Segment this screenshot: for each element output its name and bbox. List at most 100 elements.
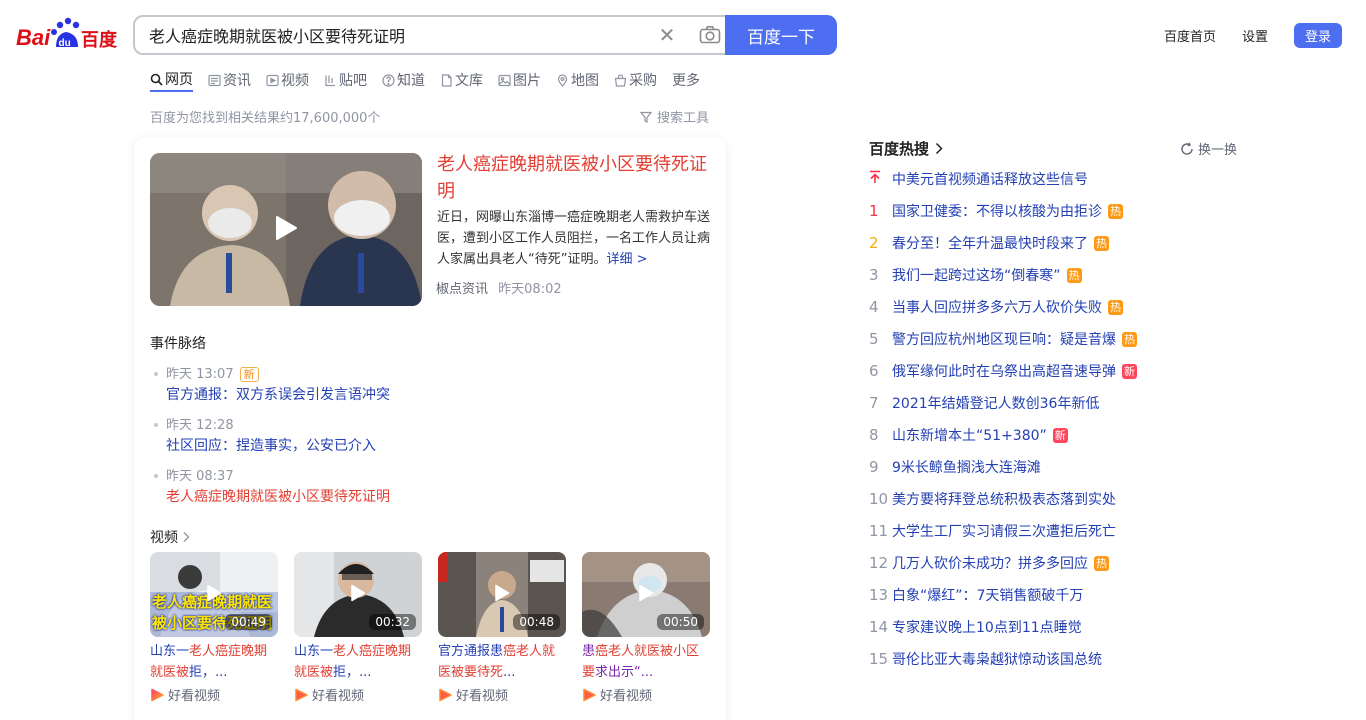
hot-search-item[interactable]: 2 春分至！全年升温最快时段来了热	[869, 233, 1109, 253]
hot-rank: 13	[869, 586, 889, 604]
tab-image[interactable]: 图片	[498, 68, 541, 92]
search-button[interactable]: 百度一下	[725, 15, 837, 55]
tab-web[interactable]: 网页	[150, 68, 193, 92]
shop-icon	[614, 73, 627, 87]
login-button[interactable]: 登录	[1293, 23, 1342, 48]
tab-map[interactable]: 地图	[556, 68, 599, 92]
filter-icon	[640, 111, 652, 123]
hot-search-text: 中美元首视频通话释放这些信号	[892, 172, 1088, 188]
tab-video[interactable]: 视频	[266, 68, 309, 92]
video-thumbnail[interactable]: 00:32	[294, 552, 422, 637]
baidu-logo[interactable]: Bai du 百度	[16, 17, 118, 51]
hot-search-item[interactable]: 9 9米长鲸鱼搁浅大连海滩	[869, 457, 1041, 477]
tab-label: 网页	[165, 72, 193, 88]
new-tag: 新	[1122, 363, 1137, 379]
video-section-title[interactable]: 视频	[150, 527, 190, 547]
hot-search-text: 国家卫健委：不得以核酸为由拒诊	[892, 204, 1102, 220]
baidu-home-link[interactable]: 百度首页	[1164, 26, 1216, 45]
news-detail-link[interactable]: 详细 >	[606, 252, 647, 267]
hot-search-label: 百度热搜	[869, 140, 930, 158]
search-input[interactable]	[135, 25, 647, 45]
video-source: 好看视频	[294, 685, 364, 704]
hot-rank: 3	[869, 266, 879, 284]
haokan-icon	[150, 688, 164, 702]
hot-search-item[interactable]: 15 哥伦比亚大毒枭越狱惊动该国总统	[869, 649, 1102, 669]
top-links: 百度首页 设置 登录	[1164, 23, 1342, 48]
tab-news[interactable]: 资讯	[208, 68, 251, 92]
hot-search-text: 美方要将拜登总统积极表态落到实处	[892, 492, 1116, 508]
hot-rank: 7	[869, 394, 879, 412]
hot-rank: 4	[869, 298, 879, 316]
event-link[interactable]: 官方通报：双方系误会引发言语冲突	[166, 384, 390, 404]
hot-search-text: 几万人砍价未成功？拼多多回应	[892, 556, 1088, 572]
document-icon	[440, 73, 453, 87]
event-time: 昨天 12:28	[166, 418, 234, 433]
hot-search-item[interactable]: 8 山东新增本土“51+380” 新	[869, 425, 1068, 445]
hot-search-text: 山东新增本土“51+380”	[892, 428, 1047, 444]
event-link[interactable]: 老人癌症晚期就医被小区要待死证明	[166, 486, 390, 506]
caption-text: 山东一	[150, 644, 190, 659]
video-thumbnail[interactable]: 老人癌症晚期就医 被小区要待死证明 00:49	[150, 552, 278, 637]
hot-rank: 9	[869, 458, 879, 476]
hot-search-item[interactable]: 1 国家卫健委：不得以核酸为由拒诊热	[869, 201, 1123, 221]
hot-rank: 8	[869, 426, 879, 444]
hot-search-item[interactable]: 14 专家建议晚上10点到11点睡觉	[869, 617, 1082, 637]
hot-search-item[interactable]: 7 2021年结婚登记人数创36年新低	[869, 393, 1099, 413]
hot-search-item[interactable]: 6 俄军缘何此时在乌祭出高超音速导弹新	[869, 361, 1137, 381]
video-source-label: 好看视频	[456, 689, 509, 704]
chevron-right-icon	[935, 142, 943, 155]
video-duration: 00:49	[225, 614, 272, 630]
hot-search-item[interactable]: 4 当事人回应拼多多六万人砍价失败热	[869, 297, 1123, 317]
play-icon	[350, 584, 366, 606]
hot-tag: 热	[1094, 555, 1109, 571]
caption-text: ...	[503, 665, 516, 680]
tab-purchase[interactable]: 采购	[614, 68, 657, 92]
question-icon	[382, 73, 395, 87]
video-thumbnail[interactable]: 00:50	[582, 552, 710, 637]
tab-tieba[interactable]: 贴吧	[324, 68, 367, 92]
event-link[interactable]: 社区回应：捏造事实，公安已介入	[166, 435, 376, 455]
video-caption-link[interactable]: 官方通报患癌老人就医被要待死...	[438, 641, 566, 683]
hot-search-item[interactable]: 11 大学生工厂实习请假三次遭拒后死亡	[869, 521, 1116, 541]
hot-rank: 6	[869, 362, 879, 380]
video-caption-link[interactable]: 山东一老人癌症晚期就医被拒，...	[294, 641, 422, 683]
hot-search-text: 哥伦比亚大毒枭越狱惊动该国总统	[892, 652, 1102, 668]
hot-rank: 12	[869, 554, 889, 572]
hot-search-item[interactable]: 13 白象“爆红”：7天销售额破千万	[869, 585, 1083, 605]
refresh-label: 换一换	[1198, 143, 1238, 158]
search-tools-label: 搜索工具	[657, 111, 710, 126]
hot-search-item[interactable]: 中美元首视频通话释放这些信号	[869, 169, 1088, 189]
settings-link[interactable]: 设置	[1242, 26, 1268, 45]
video-duration: 00:32	[369, 614, 416, 630]
news-title-link[interactable]: 老人癌症晚期就医被小区要待死证明	[437, 151, 715, 205]
video-duration: 00:48	[513, 614, 560, 630]
hot-tag: 热	[1122, 331, 1137, 347]
tieba-icon	[324, 74, 337, 87]
search-tabs: 网页 资讯 视频 贴吧 知道 文库 图片 地图 采购 更多	[150, 68, 715, 92]
image-icon	[498, 74, 511, 87]
hot-search-item[interactable]: 5 警方回应杭州地区现巨响：疑是音爆热	[869, 329, 1137, 349]
hot-search-item[interactable]: 3 我们一起跨过这场“倒春寒” 热	[869, 265, 1082, 285]
clear-icon[interactable]: ✕	[647, 23, 687, 47]
news-time: 昨天08:02	[498, 282, 562, 297]
tab-label: 地图	[571, 73, 599, 89]
event-time: 昨天 08:37	[166, 469, 234, 484]
hot-rank: 1	[869, 202, 879, 220]
video-caption-link[interactable]: 患癌老人就医被小区要求出示“...	[582, 641, 710, 683]
search-tools-button[interactable]: 搜索工具	[640, 107, 709, 126]
tab-label: 资讯	[223, 73, 251, 89]
tab-zhidao[interactable]: 知道	[382, 68, 425, 92]
refresh-button[interactable]: 换一换	[1180, 139, 1237, 158]
hot-search-text: 白象“爆红”：7天销售额破千万	[892, 588, 1084, 604]
video-source: 好看视频	[150, 685, 220, 704]
tab-wenku[interactable]: 文库	[440, 68, 483, 92]
hot-search-item[interactable]: 12 几万人砍价未成功？拼多多回应热	[869, 553, 1109, 573]
hot-search-title[interactable]: 百度热搜	[869, 138, 943, 159]
svg-text:du: du	[59, 38, 71, 49]
video-thumbnail[interactable]: 00:48	[438, 552, 566, 637]
hot-rank: 14	[869, 618, 889, 636]
main-video-thumbnail[interactable]	[150, 153, 422, 306]
tab-more[interactable]: 更多	[672, 68, 700, 92]
hot-search-item[interactable]: 10 美方要将拜登总统积极表态落到实处	[869, 489, 1116, 509]
video-caption-link[interactable]: 山东一老人癌症晚期就医被拒，...	[150, 641, 278, 683]
